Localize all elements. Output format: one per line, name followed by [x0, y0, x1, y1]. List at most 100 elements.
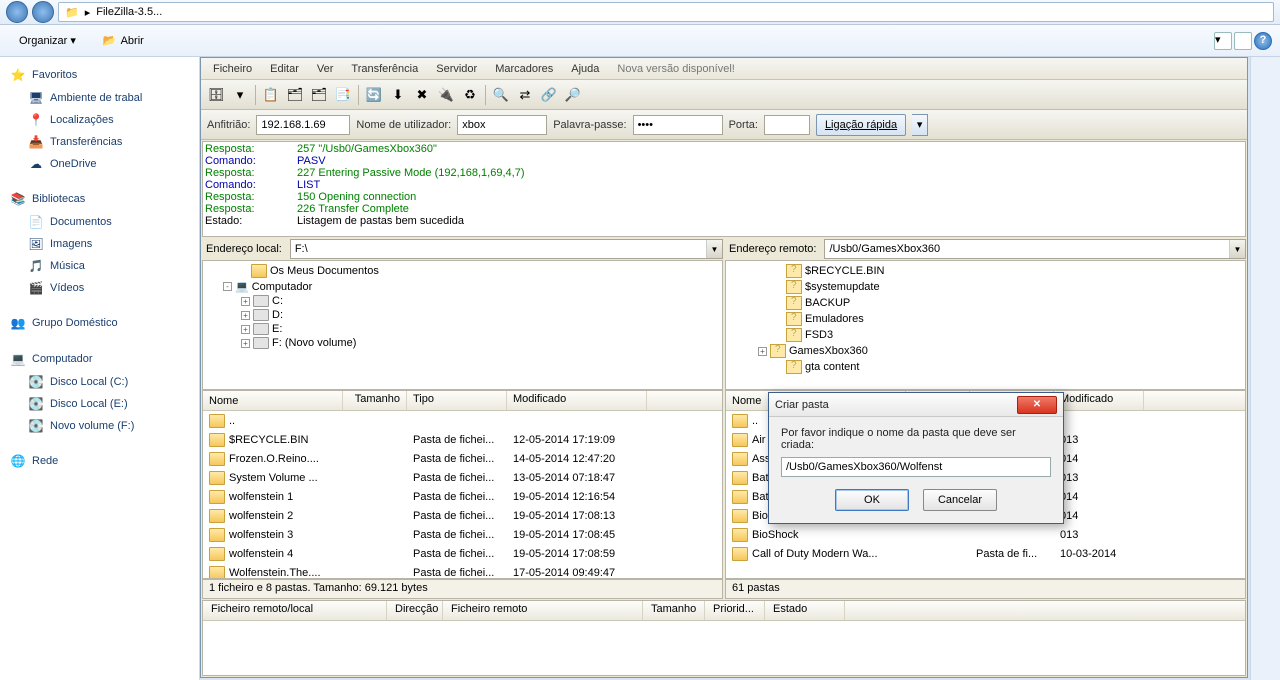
tree-node[interactable]: Emuladores	[728, 311, 1243, 327]
expander-icon[interactable]: +	[241, 311, 250, 320]
preview-pane-icon[interactable]	[1234, 32, 1252, 50]
quickconnect-button[interactable]: Ligação rápida	[816, 114, 906, 136]
local-filelist-header[interactable]: Nome Tamanho Tipo Modificado	[203, 391, 722, 411]
nav-back-button[interactable]	[6, 1, 28, 23]
expander-icon[interactable]: -	[223, 282, 232, 291]
tree-node[interactable]: -💻Computador	[205, 279, 720, 294]
user-input[interactable]	[457, 115, 547, 135]
queue-col[interactable]: Priorid...	[705, 601, 765, 620]
file-row[interactable]: System Volume ...Pasta de fichei...13-05…	[203, 468, 722, 487]
search-icon[interactable]: 🔎	[562, 84, 584, 106]
tree-node[interactable]: Os Meus Documentos	[205, 263, 720, 279]
menu-item[interactable]: Editar	[262, 61, 307, 77]
computer-group[interactable]: 💻Computador	[0, 347, 199, 371]
organize-button[interactable]: Organizar ▾	[8, 30, 87, 51]
pass-input[interactable]	[633, 115, 723, 135]
sidebar-item[interactable]: 🎬Vídeos	[0, 277, 199, 299]
menu-item[interactable]: Servidor	[428, 61, 485, 77]
sidebar-item[interactable]: 💽Disco Local (E:)	[0, 393, 199, 415]
homegroup-group[interactable]: 👥Grupo Doméstico	[0, 311, 199, 335]
menu-item[interactable]: Ajuda	[563, 61, 607, 77]
expander-icon[interactable]: +	[241, 297, 250, 306]
file-row[interactable]: wolfenstein 3Pasta de fichei...19-05-201…	[203, 525, 722, 544]
menu-item[interactable]: Marcadores	[487, 61, 561, 77]
tree-node[interactable]: +F: (Novo volume)	[205, 336, 720, 350]
toggle-local-tree-icon[interactable]: 🗂	[284, 84, 306, 106]
dialog-ok-button[interactable]: OK	[835, 489, 909, 511]
file-row[interactable]: wolfenstein 1Pasta de fichei...19-05-201…	[203, 487, 722, 506]
menu-item[interactable]: Ver	[309, 61, 342, 77]
sidebar-item[interactable]: 📄Documentos	[0, 211, 199, 233]
new-version-notice[interactable]: Nova versão disponível!	[609, 61, 742, 77]
sidebar-item[interactable]: 💽Novo volume (F:)	[0, 415, 199, 437]
dialog-foldername-input[interactable]	[781, 457, 1051, 477]
toggle-log-icon[interactable]: 📋	[260, 84, 282, 106]
process-queue-icon[interactable]: ⬇	[387, 84, 409, 106]
dialog-cancel-button[interactable]: Cancelar	[923, 489, 997, 511]
tree-node[interactable]: gta content	[728, 359, 1243, 375]
sync-browse-icon[interactable]: 🔗	[538, 84, 560, 106]
explorer-path-box[interactable]: 📁 ▸ FileZilla-3.5...	[58, 2, 1274, 22]
queue-col[interactable]: Direcção	[387, 601, 443, 620]
open-button[interactable]: 📂 Abrir	[95, 31, 152, 50]
file-row[interactable]: BioShock013	[726, 525, 1245, 544]
file-row[interactable]: ..	[203, 411, 722, 430]
sitemanager-icon[interactable]: 🗄	[205, 84, 227, 106]
sitemanager-dd-icon[interactable]: ▾	[229, 84, 251, 106]
expander-icon[interactable]: +	[241, 339, 250, 348]
reconnect-icon[interactable]: ♻	[459, 84, 481, 106]
favorites-group[interactable]: ⭐Favoritos	[0, 63, 199, 87]
file-row[interactable]: Wolfenstein.The....Pasta de fichei...17-…	[203, 563, 722, 578]
filter-icon[interactable]: 🔍	[490, 84, 512, 106]
tree-node[interactable]: +E:	[205, 322, 720, 336]
expander-icon[interactable]: +	[758, 347, 767, 356]
compare-icon[interactable]: ⇄	[514, 84, 536, 106]
sidebar-item[interactable]: 📍Localizações	[0, 109, 199, 131]
toggle-remote-tree-icon[interactable]: 🗂	[308, 84, 330, 106]
sidebar-item[interactable]: 🎵Música	[0, 255, 199, 277]
sidebar-item[interactable]: 💽Disco Local (C:)	[0, 371, 199, 393]
queue-header[interactable]: Ficheiro remoto/localDirecçãoFicheiro re…	[203, 601, 1245, 621]
help-icon[interactable]: ?	[1254, 32, 1272, 50]
quickconnect-dropdown[interactable]: ▾	[912, 114, 928, 136]
tree-node[interactable]: $RECYCLE.BIN	[728, 263, 1243, 279]
local-addr-dropdown[interactable]: ▼	[706, 240, 722, 258]
file-row[interactable]: Call of Duty Modern Wa...Pasta de fi...1…	[726, 544, 1245, 563]
remote-addr-input[interactable]	[824, 239, 1246, 259]
toggle-queue-icon[interactable]: 📑	[332, 84, 354, 106]
tree-node[interactable]: +C:	[205, 294, 720, 308]
tree-node[interactable]: +GamesXbox360	[728, 343, 1243, 359]
expander-icon[interactable]: +	[241, 325, 250, 334]
sidebar-item[interactable]: ☁OneDrive	[0, 153, 199, 175]
queue-col[interactable]: Ficheiro remoto	[443, 601, 643, 620]
sidebar-item[interactable]: 🖼Imagens	[0, 233, 199, 255]
host-input[interactable]	[256, 115, 350, 135]
cancel-icon[interactable]: ✖	[411, 84, 433, 106]
disconnect-icon[interactable]: 🔌	[435, 84, 457, 106]
port-input[interactable]	[764, 115, 810, 135]
network-group[interactable]: 🌐Rede	[0, 449, 199, 473]
queue-col[interactable]: Tamanho	[643, 601, 705, 620]
remote-addr-dropdown[interactable]: ▼	[1229, 240, 1245, 258]
file-row[interactable]: $RECYCLE.BINPasta de fichei...12-05-2014…	[203, 430, 722, 449]
sidebar-item[interactable]: 🖥Ambiente de trabal	[0, 87, 199, 109]
message-log[interactable]: Resposta:257 "/Usb0/GamesXbox360"Comando…	[202, 141, 1246, 237]
file-row[interactable]: wolfenstein 4Pasta de fichei...19-05-201…	[203, 544, 722, 563]
menu-item[interactable]: Transferência	[343, 61, 426, 77]
menu-item[interactable]: Ficheiro	[205, 61, 260, 77]
views-dropdown-icon[interactable]: ▾	[1214, 32, 1232, 50]
sidebar-item[interactable]: 📥Transferências	[0, 131, 199, 153]
libraries-group[interactable]: 📚Bibliotecas	[0, 187, 199, 211]
local-filelist[interactable]: Nome Tamanho Tipo Modificado ..$RECYCLE.…	[202, 390, 723, 579]
dialog-close-button[interactable]: ✕	[1017, 396, 1057, 414]
remote-tree[interactable]: $RECYCLE.BIN$systemupdateBACKUPEmuladore…	[725, 260, 1246, 390]
tree-node[interactable]: +D:	[205, 308, 720, 322]
queue-col[interactable]: Estado	[765, 601, 845, 620]
tree-node[interactable]: FSD3	[728, 327, 1243, 343]
refresh-icon[interactable]: 🔄	[363, 84, 385, 106]
tree-node[interactable]: BACKUP	[728, 295, 1243, 311]
tree-node[interactable]: $systemupdate	[728, 279, 1243, 295]
local-tree[interactable]: Os Meus Documentos-💻Computador+C:+D:+E:+…	[202, 260, 723, 390]
file-row[interactable]: Frozen.O.Reino....Pasta de fichei...14-0…	[203, 449, 722, 468]
transfer-queue[interactable]: Ficheiro remoto/localDirecçãoFicheiro re…	[202, 600, 1246, 676]
